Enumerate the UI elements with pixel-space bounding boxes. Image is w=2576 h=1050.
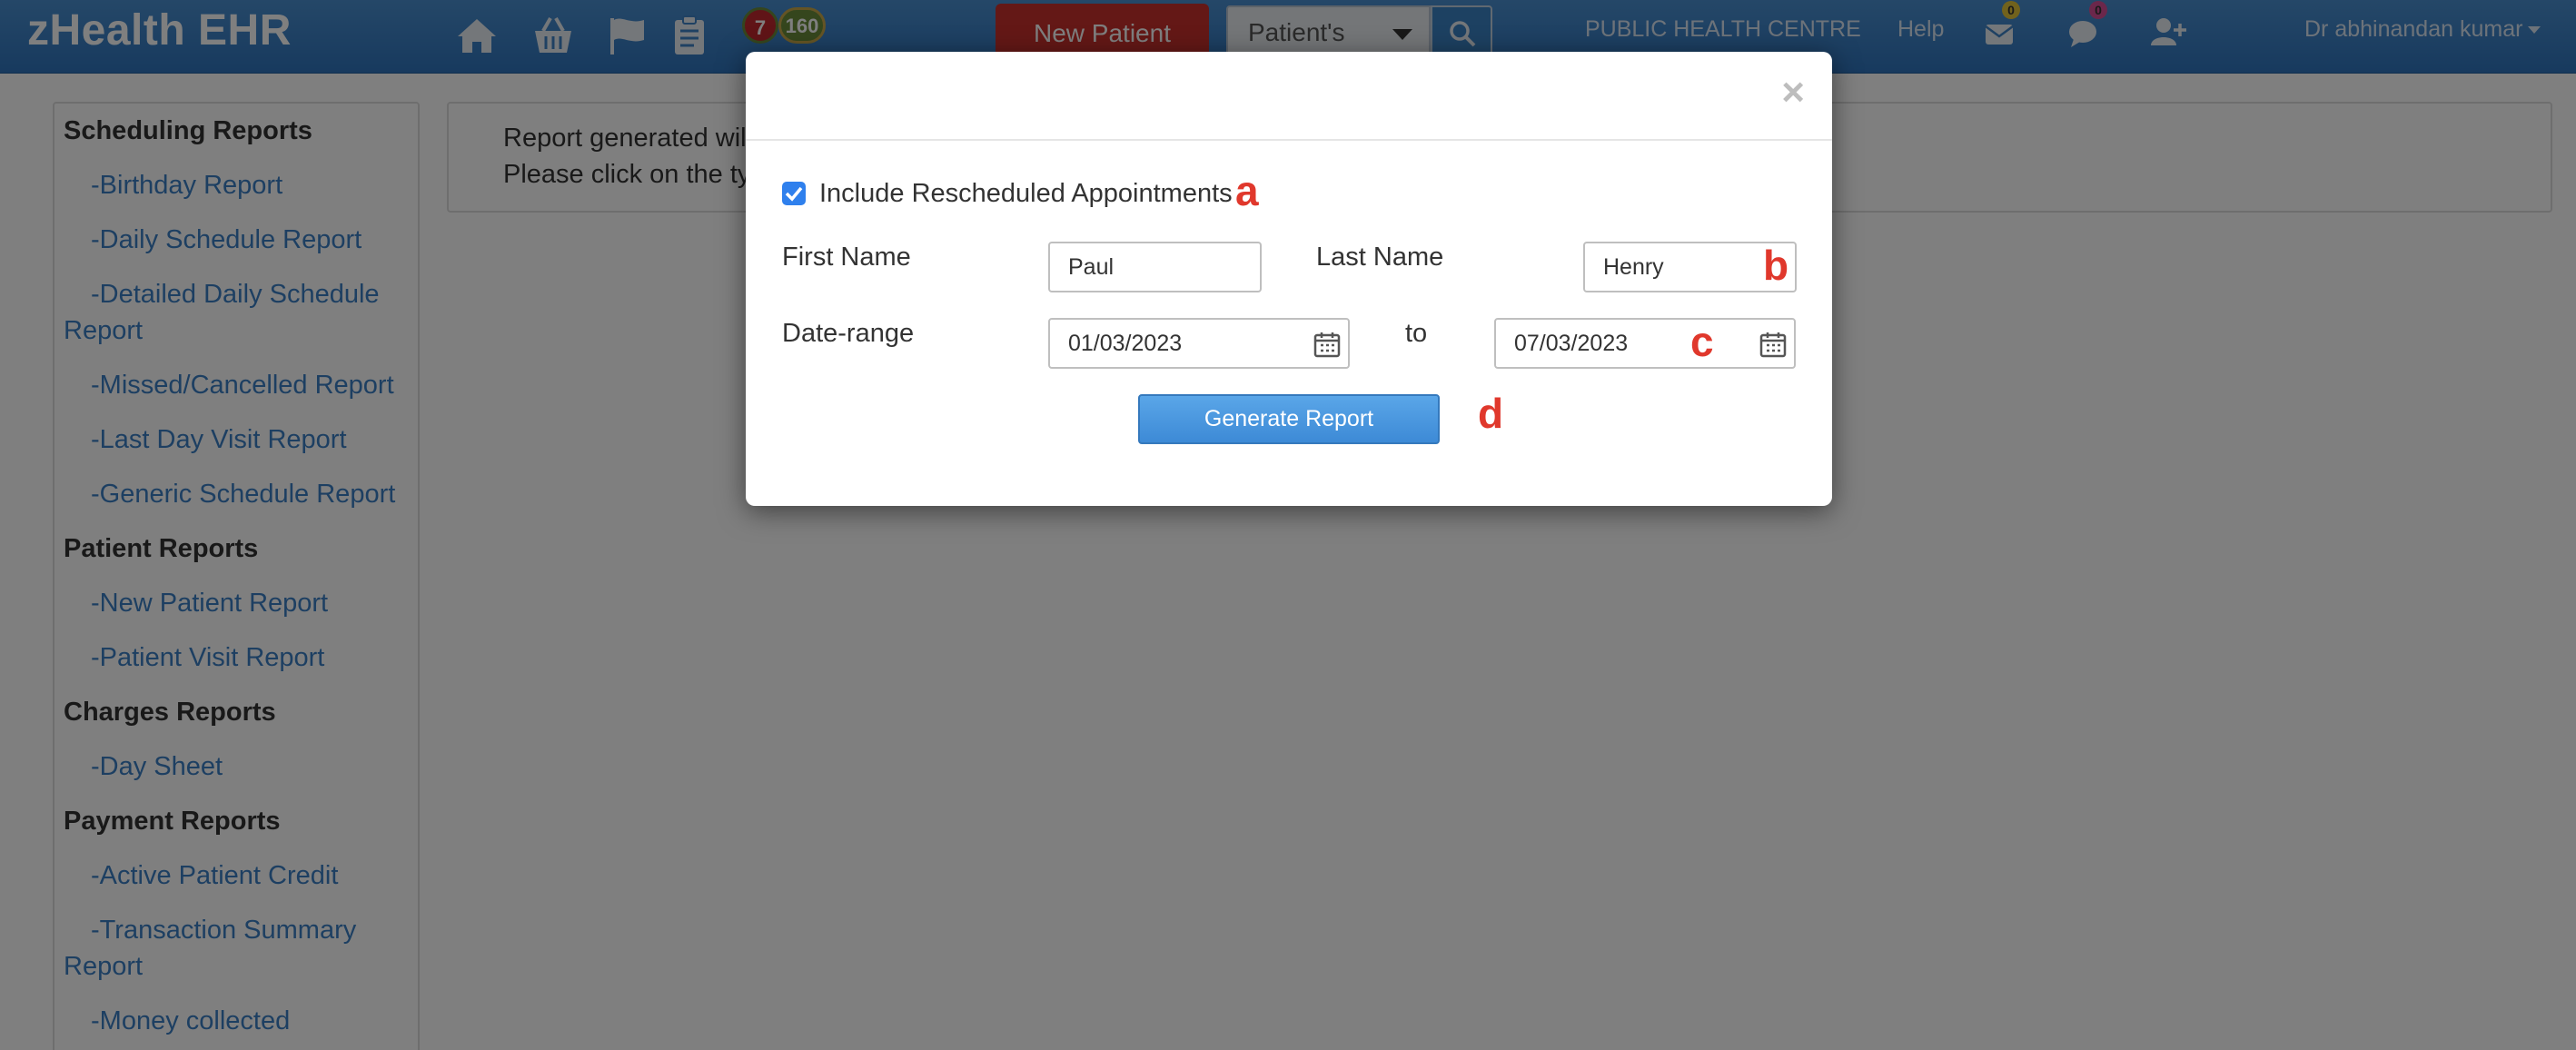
- report-options-modal: × Include Rescheduled Appointments a Fir…: [746, 52, 1832, 506]
- first-name-label: First Name: [782, 243, 911, 272]
- date-from-value: 01/03/2023: [1068, 331, 1183, 356]
- annotation-b: b: [1763, 242, 1789, 289]
- to-label: to: [1405, 319, 1428, 348]
- date-to-field[interactable]: 07/03/2023: [1494, 318, 1796, 369]
- modal-header: ×: [746, 52, 1832, 141]
- close-icon[interactable]: ×: [1781, 70, 1805, 115]
- calendar-icon[interactable]: [1313, 331, 1341, 358]
- include-rescheduled-label[interactable]: Include Rescheduled Appointments: [819, 179, 1233, 209]
- annotation-d: d: [1478, 390, 1504, 437]
- first-name-field[interactable]: Paul: [1048, 242, 1262, 292]
- annotation-a: a: [1235, 167, 1259, 214]
- date-to-value: 07/03/2023: [1514, 331, 1629, 356]
- calendar-icon[interactable]: [1759, 331, 1787, 358]
- checkmark-icon: [785, 186, 803, 202]
- include-rescheduled-checkbox[interactable]: [782, 182, 806, 205]
- date-range-label: Date-range: [782, 319, 915, 348]
- annotation-c: c: [1690, 318, 1714, 365]
- last-name-label: Last Name: [1316, 243, 1444, 272]
- generate-report-button[interactable]: Generate Report: [1138, 394, 1440, 444]
- date-from-field[interactable]: 01/03/2023: [1048, 318, 1350, 369]
